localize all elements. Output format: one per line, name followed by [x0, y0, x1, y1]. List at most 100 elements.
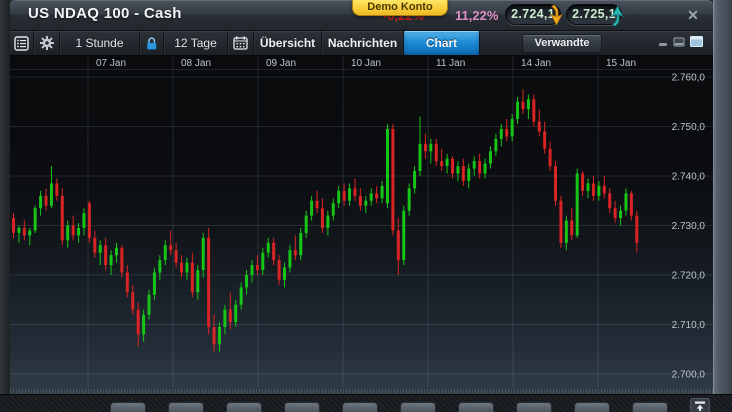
- candle-body: [185, 263, 188, 273]
- candle-body: [218, 327, 221, 344]
- y-axis-label: 2.730,0: [672, 221, 706, 232]
- candle-body: [256, 265, 259, 270]
- candle-body: [278, 260, 281, 280]
- candle-body: [538, 122, 541, 132]
- dock-button[interactable]: [110, 402, 146, 412]
- candle-body: [511, 119, 514, 136]
- candle-body: [521, 102, 524, 109]
- candle-body: [164, 245, 167, 260]
- tab-verwandte[interactable]: Verwandte: [522, 34, 602, 53]
- lock-icon[interactable]: [140, 31, 164, 55]
- candle-body: [624, 193, 627, 210]
- candle-body: [39, 196, 42, 208]
- tab-nachrichten[interactable]: Nachrichten: [322, 31, 404, 55]
- x-axis-label: 07 Jan: [96, 58, 126, 69]
- candle-body: [131, 292, 134, 309]
- dock-button[interactable]: [458, 402, 494, 412]
- dock-button[interactable]: [516, 402, 552, 412]
- dock-button[interactable]: [632, 402, 668, 412]
- candle-body: [386, 129, 389, 203]
- candle-body: [61, 196, 64, 241]
- dock-button[interactable]: [400, 402, 436, 412]
- candle-body: [88, 203, 91, 238]
- y-axis-label: 2.740,0: [672, 172, 706, 183]
- candle-body: [337, 191, 340, 203]
- candle-body: [348, 188, 351, 200]
- candle-body: [505, 129, 508, 136]
- calendar-icon[interactable]: [228, 31, 254, 55]
- sell-price-button[interactable]: 2.724,1: [505, 4, 561, 25]
- candle-body: [603, 186, 606, 193]
- candle-body: [462, 166, 465, 181]
- candle-body: [635, 216, 638, 243]
- candle-body: [587, 183, 590, 190]
- interval-label: 1 Stunde: [75, 36, 123, 50]
- candle-body: [77, 228, 80, 235]
- close-icon[interactable]: ✕: [684, 6, 702, 24]
- dock-button[interactable]: [226, 402, 262, 412]
- minimize-icon[interactable]: [658, 34, 668, 52]
- candle-body: [305, 216, 308, 233]
- candle-body: [213, 327, 216, 344]
- demo-account-badge: Demo Konto: [352, 0, 448, 16]
- window-controls: [658, 31, 713, 55]
- candle-body: [402, 211, 405, 261]
- maximize-icon[interactable]: [690, 34, 703, 52]
- candle-body: [50, 183, 53, 205]
- x-axis-label: 09 Jan: [266, 58, 296, 69]
- candle-body: [630, 193, 633, 215]
- candle-body: [12, 218, 15, 233]
- buy-price-button[interactable]: 2.725,1: [566, 4, 622, 25]
- arrow-down-icon: [548, 4, 565, 27]
- candle-body: [576, 174, 579, 236]
- candle-body: [104, 245, 107, 265]
- price-chart[interactable]: 07 Jan08 Jan09 Jan10 Jan11 Jan14 Jan15 J…: [10, 56, 713, 394]
- candle-body: [126, 273, 129, 293]
- interval-dropdown[interactable]: 1 Stunde: [60, 31, 140, 55]
- candle-body: [484, 164, 487, 174]
- y-axis-label: 2.750,0: [672, 122, 706, 133]
- candle-body: [110, 255, 113, 265]
- candle-body: [321, 208, 324, 228]
- candle-body: [45, 196, 48, 206]
- dock-button[interactable]: [342, 402, 378, 412]
- candle-body: [559, 201, 562, 243]
- candle-body: [456, 166, 459, 173]
- candle-body: [120, 248, 123, 273]
- x-axis-label: 14 Jan: [521, 58, 551, 69]
- candle-body: [332, 203, 335, 215]
- range-dropdown[interactable]: 12 Tage: [164, 31, 228, 55]
- dock-arrow-icon[interactable]: [690, 398, 710, 412]
- restore-icon[interactable]: [673, 34, 685, 52]
- candle-body: [294, 250, 297, 255]
- candle-body: [23, 228, 26, 235]
- candle-body: [359, 196, 362, 206]
- candle-body: [549, 149, 552, 166]
- candle-body: [196, 270, 199, 292]
- candle-body: [565, 221, 568, 243]
- candle-body: [202, 238, 205, 270]
- dock-button[interactable]: [284, 402, 320, 412]
- candle-body: [500, 129, 503, 139]
- candle-body: [158, 260, 161, 272]
- gear-icon[interactable]: [34, 31, 60, 55]
- candle-body: [175, 250, 178, 262]
- candle-body: [614, 208, 617, 218]
- dock-button[interactable]: [574, 402, 610, 412]
- dock-button[interactable]: [168, 402, 204, 412]
- tab-chart[interactable]: Chart: [404, 31, 480, 55]
- candle-body: [169, 245, 172, 250]
- tab-uebersicht[interactable]: Übersicht: [254, 31, 322, 55]
- candle-body: [451, 159, 454, 174]
- y-axis-label: 2.710,0: [672, 320, 706, 331]
- title-bar[interactable]: US NDAQ 100 - Cash -0,22% 11,22% Demo Ko…: [10, 0, 713, 30]
- secondary-percent: 11,22%: [455, 9, 498, 23]
- candle-body: [440, 161, 443, 166]
- candle-body: [343, 191, 346, 201]
- candle-body: [34, 208, 37, 230]
- list-settings-icon[interactable]: [10, 31, 34, 55]
- candle-body: [429, 144, 432, 151]
- candle-body: [435, 144, 438, 161]
- candle-body: [375, 193, 378, 198]
- candle-body: [391, 129, 394, 230]
